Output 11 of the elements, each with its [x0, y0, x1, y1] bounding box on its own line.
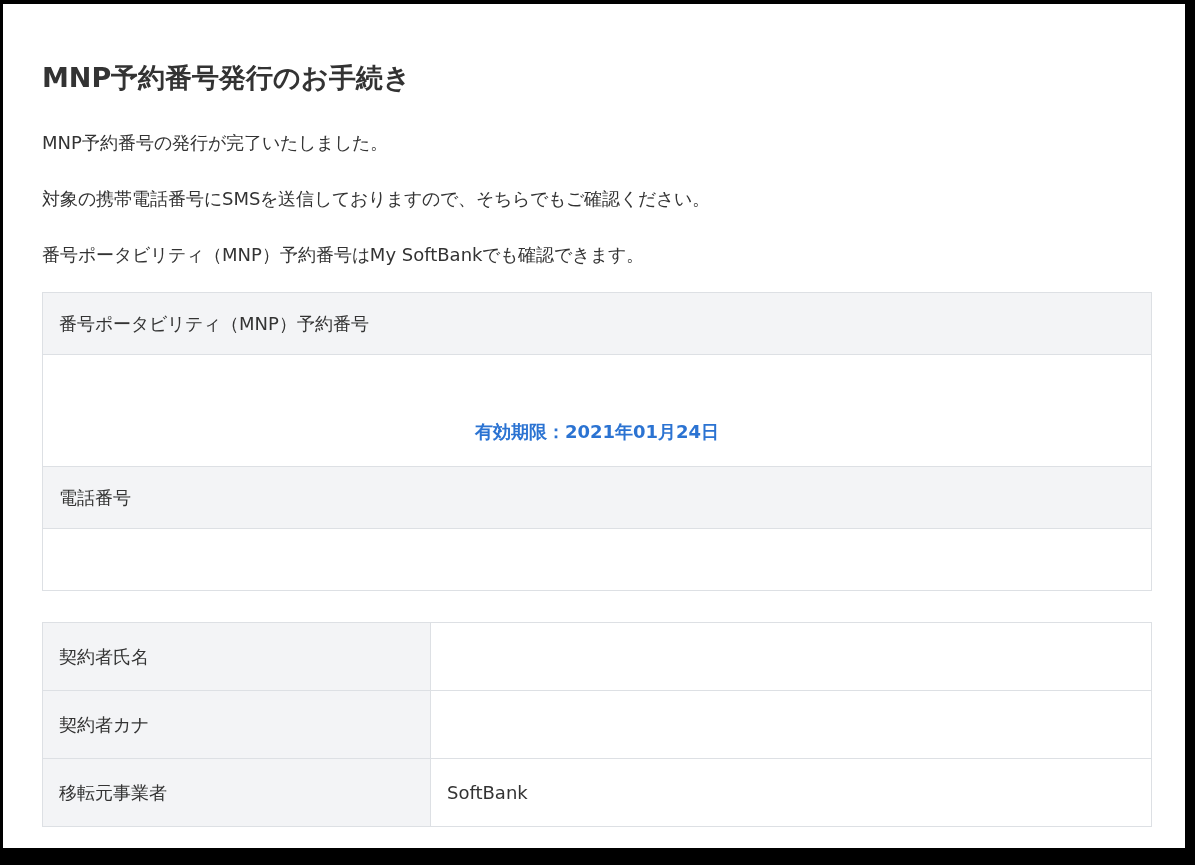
- label-text: 移転元事業者: [59, 780, 167, 805]
- message-text: MNP予約番号の発行が完了いたしました。: [42, 131, 389, 155]
- label-text: 契約者氏名: [59, 644, 149, 669]
- page-title: MNP予約番号発行のお手続き: [42, 61, 413, 95]
- message-text: 対象の携帯電話番号にSMSを送信しておりますので、そちらでもご確認ください。: [42, 187, 712, 211]
- label-text: 契約者カナ: [59, 712, 149, 737]
- message-text: 番号ポータビリティ（MNP）予約番号はMy SoftBankでも確認できます。: [42, 243, 646, 267]
- value-text: SoftBank: [447, 782, 528, 803]
- header-label: 電話番号: [59, 485, 131, 510]
- expiry-date: 有効期限：2021年01月24日: [474, 420, 720, 444]
- header-label: 番号ポータビリティ（MNP）予約番号: [59, 311, 369, 336]
